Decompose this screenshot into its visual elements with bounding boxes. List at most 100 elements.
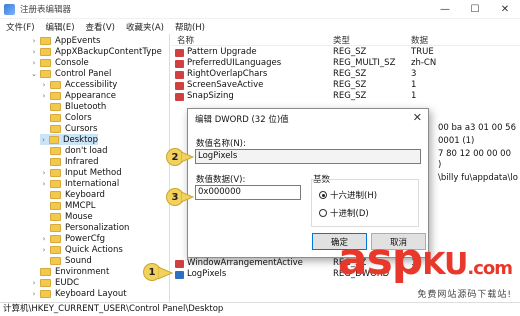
close-button[interactable]: ✕ [490, 0, 520, 19]
tree-item[interactable]: › Accessibility [40, 79, 118, 90]
radio-decimal[interactable]: 十进制(D) [319, 207, 369, 219]
tree-item[interactable]: › Console [30, 57, 89, 68]
folder-icon [40, 47, 51, 56]
partial-data: 0001 (1) [438, 136, 475, 146]
callout-pointer-icon [158, 266, 174, 280]
menu-view[interactable]: 查看(V) [86, 21, 115, 33]
chevron-down-icon[interactable]: ⌄ [30, 70, 38, 78]
maximize-button[interactable]: ☐ [460, 0, 490, 19]
value-row[interactable]: Pattern Upgrade REG_SZ TRUE [171, 47, 520, 58]
callout-pointer-icon [181, 151, 195, 163]
tree-item[interactable]: › Quick Actions [40, 244, 123, 255]
menu-favorites[interactable]: 收藏夹(A) [126, 21, 164, 33]
folder-icon [40, 267, 51, 276]
value-row[interactable]: PreferredUILanguages REG_MULTI_SZ zh-CN [171, 58, 520, 69]
radio-unselected-icon[interactable] [319, 209, 327, 217]
chevron-right-icon[interactable]: › [40, 246, 48, 254]
tree-item[interactable]: › International [40, 178, 120, 189]
chevron-right-icon[interactable]: › [30, 59, 38, 67]
tree-item[interactable]: › EUDC [30, 277, 79, 288]
tree-item[interactable]: Mouse [40, 211, 93, 222]
tree-item[interactable]: Personalization [40, 222, 129, 233]
tree-item[interactable]: › PowerCfg [40, 233, 105, 244]
folder-icon [50, 146, 61, 155]
column-type[interactable]: 类型 [333, 34, 350, 46]
folder-icon [50, 234, 61, 243]
value-row[interactable]: SnapSizing REG_SZ 1 [171, 91, 520, 102]
tree-item[interactable]: Colors [40, 112, 92, 123]
status-bar: 计算机\HKEY_CURRENT_USER\Control Panel\Desk… [0, 302, 520, 316]
partial-data: ) [438, 160, 442, 170]
tree-item[interactable]: Infrared [40, 156, 99, 167]
minimize-button[interactable]: — [430, 0, 460, 19]
folder-icon [50, 245, 61, 254]
close-icon[interactable]: ✕ [413, 111, 422, 124]
column-data[interactable]: 数据 [411, 34, 428, 46]
chevron-right-icon[interactable]: › [40, 169, 48, 177]
tree-item[interactable]: Keyboard [40, 189, 105, 200]
folder-icon [40, 36, 51, 45]
string-value-icon [175, 49, 184, 57]
chevron-right-icon[interactable]: › [30, 48, 38, 56]
folder-icon [50, 179, 61, 188]
value-data-label: 数值数据(V): [196, 175, 246, 185]
tree-item[interactable]: Sound [40, 255, 92, 266]
tree-item[interactable]: Environment [30, 266, 109, 277]
list-header: 名称 类型 数据 [171, 34, 520, 46]
value-name-field[interactable]: LogPixels [195, 149, 421, 164]
chevron-right-icon[interactable]: › [40, 136, 47, 144]
partial-data: 7 80 12 00 00 00 [438, 149, 511, 159]
string-value-icon [175, 260, 184, 268]
tree-item[interactable]: › AppXBackupContentType [30, 46, 162, 57]
folder-icon [50, 91, 61, 100]
column-name[interactable]: 名称 [177, 34, 194, 46]
folder-icon [50, 168, 61, 177]
title-bar: 注册表编辑器 — ☐ ✕ [0, 0, 520, 19]
menu-help[interactable]: 帮助(H) [175, 21, 205, 33]
value-row[interactable]: ScreenSaveActive REG_SZ 1 [171, 80, 520, 91]
base-group [311, 179, 419, 227]
tree-item[interactable]: Bluetooth [40, 101, 106, 112]
folder-icon [49, 135, 59, 144]
chevron-right-icon[interactable]: › [40, 180, 48, 188]
folder-icon [50, 113, 61, 122]
tree-item[interactable]: › AppEvents [30, 35, 101, 46]
folder-icon [50, 223, 61, 232]
folder-icon [40, 289, 51, 298]
dword-value-icon [175, 271, 184, 279]
chevron-right-icon[interactable]: › [30, 37, 38, 45]
callout-pointer-icon [181, 191, 195, 203]
tree-item[interactable]: Cursors [40, 123, 97, 134]
radio-selected-icon[interactable] [319, 191, 327, 199]
tree-item-control-panel[interactable]: ⌄ Control Panel [30, 68, 111, 79]
value-name-label: 数值名称(N): [196, 139, 246, 149]
registry-tree[interactable]: › AppEvents › AppXBackupContentType › Conso… [0, 34, 170, 302]
chevron-right-icon[interactable]: › [40, 81, 48, 89]
folder-icon [50, 256, 61, 265]
tree-item[interactable]: › Keyboard Layout [30, 288, 127, 299]
chevron-right-icon[interactable]: › [30, 290, 38, 298]
string-value-icon [175, 93, 184, 101]
chevron-right-icon[interactable]: › [40, 235, 48, 243]
folder-icon [40, 58, 51, 67]
folder-icon [50, 124, 61, 133]
dialog-title: 编辑 DWORD (32 位)值 [195, 115, 289, 125]
menu-edit[interactable]: 编辑(E) [46, 21, 75, 33]
value-row[interactable]: RightOverlapChars REG_SZ 3 [171, 69, 520, 80]
folder-icon [50, 157, 61, 166]
menu-file[interactable]: 文件(F) [6, 21, 35, 33]
radio-hexadecimal[interactable]: 十六进制(H) [319, 189, 377, 201]
value-data-input[interactable]: 0x000000 [195, 185, 301, 200]
tree-item[interactable]: MMCPL [40, 200, 95, 211]
watermark-logo: aspKU.com 免费网站源码下载站! [337, 234, 513, 301]
tree-item[interactable]: › Appearance [40, 90, 116, 101]
tree-item-desktop[interactable]: › Desktop [40, 134, 98, 145]
chevron-right-icon[interactable]: › [40, 92, 48, 100]
folder-icon [50, 102, 61, 111]
chevron-right-icon[interactable]: › [30, 279, 38, 287]
window-title: 注册表编辑器 [20, 5, 72, 15]
string-value-icon [175, 60, 184, 68]
folder-icon [50, 201, 61, 210]
tree-item[interactable]: don't load [40, 145, 108, 156]
tree-item[interactable]: › Input Method [40, 167, 122, 178]
